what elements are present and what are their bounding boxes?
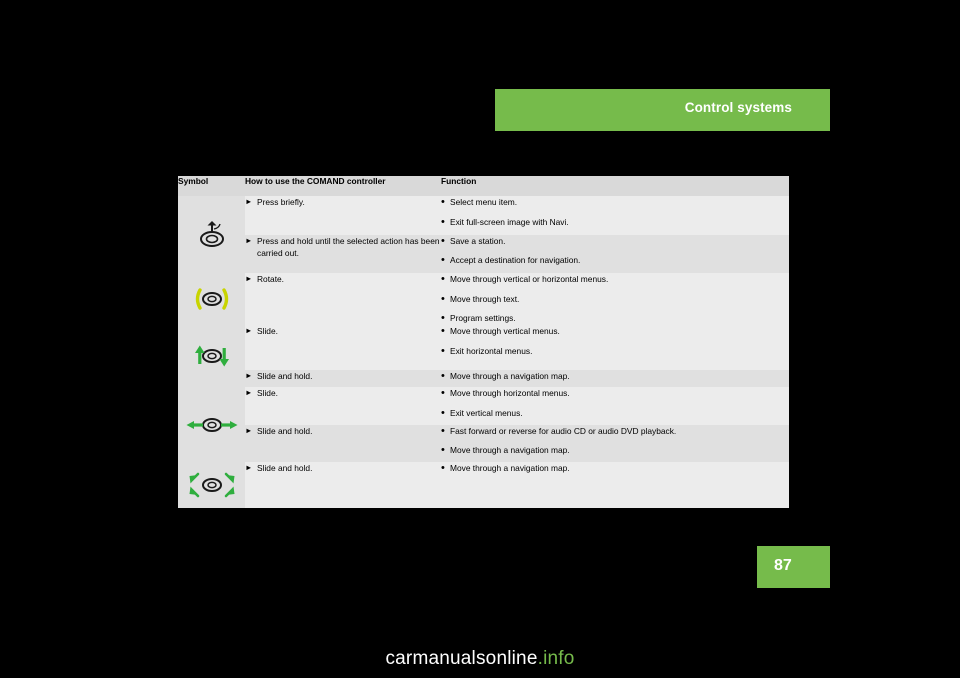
controller-slide-diagonal-icon <box>178 462 245 508</box>
list-item: • Exit vertical menus. <box>441 406 523 419</box>
dot-bullet-icon: • <box>441 444 445 457</box>
arrow-bullet-icon: ► <box>245 235 253 245</box>
table-row: ► Slide and hold. • Fast forward or reve… <box>178 424 789 462</box>
arrow-bullet-icon: ► <box>245 370 253 380</box>
how-to-use-cell: ► Press briefly. <box>245 196 441 235</box>
controller-slide-vertical-icon <box>178 325 245 387</box>
how-to-use-cell: ► Slide and hold. <box>245 369 441 387</box>
dot-bullet-icon: • <box>441 462 445 474</box>
function-cell: • Move through a navigation map. <box>441 462 789 508</box>
arrow-bullet-icon: ► <box>245 197 253 206</box>
column-header-how-to-use: How to use the COMAND controller <box>245 176 441 196</box>
list-item: ► Rotate. <box>245 274 285 284</box>
list-item: • Move through vertical or horizontal me… <box>441 273 609 285</box>
list-item: • Exit full-screen image with Navi. <box>441 215 569 228</box>
dot-bullet-icon: • <box>441 196 445 208</box>
function-cell: • Fast forward or reverse for audio CD o… <box>441 424 789 462</box>
function-cell: • Save a station. • Accept a destination… <box>441 234 789 273</box>
list-item: ► Slide. <box>245 388 278 398</box>
symbol-cell <box>178 273 245 325</box>
function-cell: • Move through vertical or horizontal me… <box>441 273 789 325</box>
controller-rotate-icon <box>178 273 245 325</box>
list-item: • Move through a navigation map. <box>441 462 570 474</box>
dot-bullet-icon: • <box>441 234 445 247</box>
controller-slide-horizontal-icon <box>178 387 245 462</box>
symbol-cell <box>178 196 245 273</box>
controller-press-icon <box>178 196 245 273</box>
dot-bullet-icon: • <box>441 424 445 437</box>
how-to-use-cell: ► Press and hold until the selected ac­t… <box>245 234 441 273</box>
table-row: ► Rotate. • Move through vertical or hor… <box>178 273 789 325</box>
function-cell: • Move through a navigation map. <box>441 369 789 387</box>
arrow-bullet-icon: ► <box>245 388 253 397</box>
page-number: 87 <box>774 557 792 574</box>
how-to-use-cell: ► Slide and hold. <box>245 462 441 508</box>
how-to-use-cell: ► Rotate. <box>245 273 441 325</box>
how-to-use-cell: ► Slide. <box>245 325 441 370</box>
list-item: ► Slide. <box>245 326 278 336</box>
page-number-block: 87 <box>757 546 830 588</box>
table-row: ► Slide and hold. • Move through a navig… <box>178 462 789 508</box>
arrow-bullet-icon: ► <box>245 463 253 472</box>
list-item: ► Slide and hold. <box>245 463 313 473</box>
list-item: • Program settings. <box>441 312 516 325</box>
column-header-function: Function <box>441 176 789 196</box>
dot-bullet-icon: • <box>441 369 445 382</box>
table-row: ► Slide. • Move through vertical menus. … <box>178 325 789 387</box>
table-header-row: Symbol How to use the COMAND controller … <box>178 176 789 196</box>
list-item: ► Press and hold until the selected ac­t… <box>245 235 440 258</box>
dot-bullet-icon: • <box>441 273 445 285</box>
page-title: Control systems <box>684 100 792 115</box>
list-item: • Exit horizontal menus. <box>441 344 533 357</box>
table-row: ► Press and hold until the selected ac­t… <box>178 234 789 273</box>
table-row: ► Slide and hold. • Move through a navig… <box>178 369 789 387</box>
arrow-bullet-icon: ► <box>245 274 253 283</box>
list-item: ► Press briefly. <box>245 197 305 207</box>
dot-bullet-icon: • <box>441 215 445 228</box>
arrow-bullet-icon: ► <box>245 425 253 435</box>
list-item: • Move through a navigation map. <box>441 369 570 382</box>
list-item: ► Slide and hold. <box>245 370 313 381</box>
watermark: carmanualsonline.info <box>0 648 960 670</box>
list-item: • Accept a destination for navigation. <box>441 254 581 267</box>
dot-bullet-icon: • <box>441 292 445 305</box>
function-cell: • Move through horizontal menus. • Exit … <box>441 387 789 425</box>
list-item: • Move through text. <box>441 292 520 305</box>
dot-bullet-icon: • <box>441 387 445 399</box>
header-banner: Control systems <box>495 89 830 131</box>
dot-bullet-icon: • <box>441 254 445 267</box>
list-item: • Move through vertical menus. <box>441 325 560 337</box>
dot-bullet-icon: • <box>441 406 445 419</box>
dot-bullet-icon: • <box>441 312 445 325</box>
column-header-symbol: Symbol <box>178 176 245 196</box>
watermark-suffix: .info <box>537 648 575 669</box>
function-cell: • Select menu item. • Exit full-screen i… <box>441 196 789 235</box>
how-to-use-cell: ► Slide and hold. <box>245 424 441 462</box>
table-row: ► Slide. • Move through horizontal menus… <box>178 387 789 462</box>
symbol-cell <box>178 387 245 462</box>
arrow-bullet-icon: ► <box>245 326 253 335</box>
symbol-cell <box>178 325 245 387</box>
table-row: ► Press briefly. • Select menu item. • E… <box>178 196 789 273</box>
watermark-text: carmanualsonline <box>385 648 538 669</box>
list-item: ► Slide and hold. <box>245 425 313 436</box>
list-item: • Save a station. <box>441 234 506 247</box>
dot-bullet-icon: • <box>441 344 445 357</box>
list-item: • Fast forward or reverse for audio CD o… <box>441 424 677 437</box>
comand-controller-table: Symbol How to use the COMAND controller … <box>178 176 789 508</box>
symbol-cell <box>178 462 245 508</box>
list-item: • Move through a navigation map. <box>441 444 570 457</box>
function-cell: • Move through vertical menus. • Exit ho… <box>441 325 789 370</box>
dot-bullet-icon: • <box>441 325 445 337</box>
list-item: • Select menu item. <box>441 196 518 208</box>
how-to-use-cell: ► Slide. <box>245 387 441 425</box>
list-item: • Move through horizontal menus. <box>441 387 570 399</box>
